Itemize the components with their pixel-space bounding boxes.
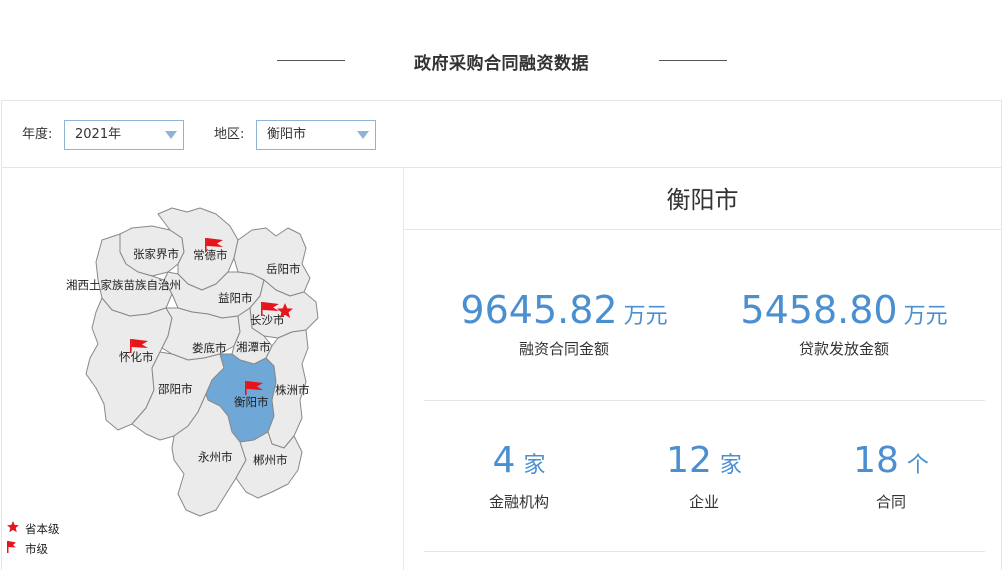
map-label-yueyang: 岳阳市: [266, 262, 301, 276]
data-panel: 年度: 2021年 地区: 衡阳市 张家界市 常德市 岳阳市 湘西土家族苗族自治…: [1, 100, 1002, 570]
loan-amount-unit: 万元: [903, 304, 948, 329]
region-select[interactable]: 衡阳市: [256, 120, 376, 150]
contracts-value: 18: [853, 440, 899, 481]
year-select[interactable]: 2021年: [64, 120, 184, 150]
region-select-value: 衡阳市: [267, 127, 307, 142]
map-label-chenzhou: 郴州市: [253, 453, 288, 467]
loan-amount-stat: 5458.80 万元 贷款发放金额: [724, 288, 964, 359]
companies-unit: 家: [719, 453, 742, 478]
map-label-xiangxi: 湘西土家族苗族自治州: [66, 278, 181, 292]
hunan-map: 张家界市 常德市 岳阳市 湘西土家族苗族自治州 益阳市 长沙市 怀化市 娄底市 …: [66, 207, 319, 517]
stats-area: 衡阳市 9645.82 万元 融资合同金额 5458.80 万元 贷款发放金额 4家…: [404, 168, 1001, 570]
year-select-value: 2021年: [75, 127, 122, 142]
map-label-yiyang: 益阳市: [218, 291, 253, 305]
companies-stat: 12 家 企业: [644, 440, 764, 512]
legend-item-provincial: 省本级: [7, 519, 60, 539]
institutions-unit: 家: [523, 453, 546, 478]
contracts-stat: 18 个 合同: [831, 440, 951, 512]
legend-item-city: 市级: [7, 539, 60, 559]
legend-label: 省本级: [25, 522, 60, 536]
map-label-xiangtan: 湘潭市: [236, 340, 271, 354]
financing-amount-caption: 融资合同金额: [518, 340, 609, 358]
financing-amount-unit: 万元: [623, 304, 668, 329]
map-label-loudi: 娄底市: [192, 341, 227, 355]
map-label-changde: 常德市: [193, 248, 228, 262]
star-icon: [7, 519, 25, 539]
chevron-down-icon: [165, 131, 177, 139]
map-label-zhuzhou: 株洲市: [275, 383, 310, 397]
flag-icon: [7, 539, 25, 559]
map-area: 张家界市 常德市 岳阳市 湘西土家族苗族自治州 益阳市 长沙市 怀化市 娄底市 …: [2, 168, 404, 570]
map-label-zhangjiajie: 张家界市: [133, 247, 179, 261]
city-title: 衡阳市: [404, 168, 1001, 230]
map-label-changsha: 长沙市: [250, 313, 285, 327]
map-label-shaoyang: 邵阳市: [158, 382, 193, 396]
companies-caption: 企业: [688, 493, 719, 511]
contracts-caption: 合同: [875, 493, 906, 511]
financing-amount-value: 9645.82: [460, 288, 618, 332]
financing-amount-stat: 9645.82 万元 融资合同金额: [444, 288, 684, 359]
loan-amount-caption: 贷款发放金额: [798, 340, 889, 358]
map-label-yongzhou: 永州市: [198, 450, 233, 464]
filter-bar: 年度: 2021年 地区: 衡阳市: [2, 101, 1001, 168]
institutions-stat: 4家 金融机构: [459, 440, 579, 512]
page-title: 政府采购合同融资数据: [414, 54, 589, 74]
companies-value: 12: [666, 440, 712, 481]
stats-divider: [424, 400, 985, 401]
legend-label: 市级: [25, 542, 48, 556]
loan-amount-value: 5458.80: [740, 288, 898, 332]
chevron-down-icon: [357, 131, 369, 139]
region-label: 地区:: [214, 127, 245, 142]
title-line-right: [659, 60, 727, 61]
institutions-value: 4: [492, 440, 516, 481]
map-label-huaihua: 怀化市: [119, 350, 154, 364]
institutions-caption: 金融机构: [488, 493, 549, 511]
title-row: 政府采购合同融资数据: [0, 0, 1003, 100]
map-legend: 省本级 市级: [7, 519, 60, 559]
page: 政府采购合同融资数据 年度: 2021年 地区: 衡阳市 张家界市 常德市 岳阳…: [0, 0, 1003, 570]
map-label-hengyang: 衡阳市: [234, 395, 269, 409]
contracts-unit: 个: [906, 453, 929, 478]
stats-divider: [424, 551, 985, 552]
year-label: 年度:: [22, 127, 53, 142]
